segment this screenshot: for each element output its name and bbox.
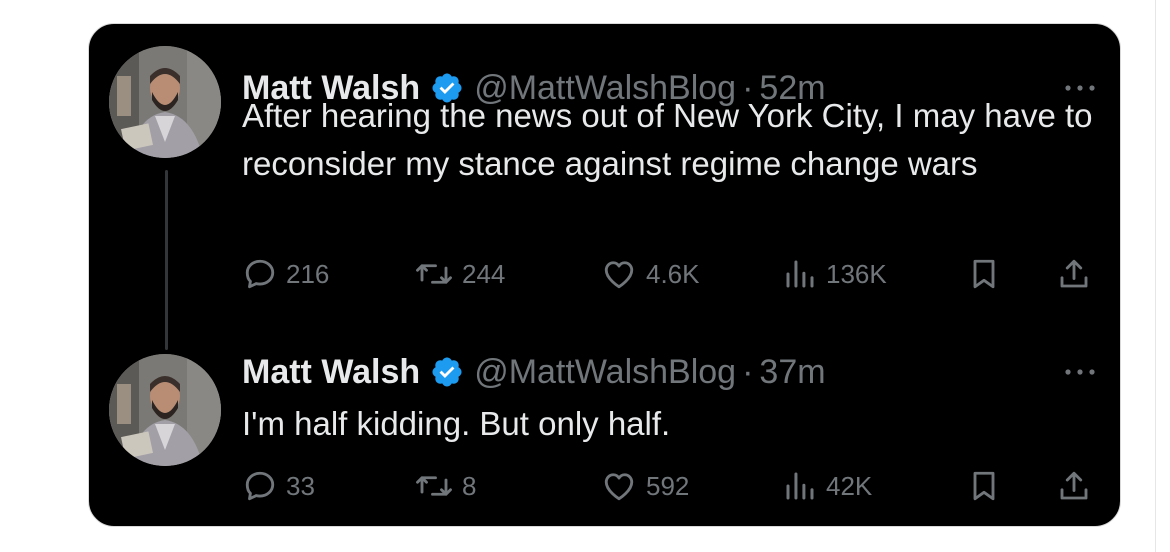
tweet-thread-card: Matt Walsh @MattWalshBlog · 52m After he… [88,23,1121,527]
share-button[interactable] [1056,466,1092,506]
share-icon [1060,471,1088,500]
reply-button[interactable]: 216 [242,254,329,294]
views-count: 136K [826,258,887,289]
heart-icon [604,473,634,501]
avatar[interactable] [109,354,221,466]
views-chart-icon [786,260,814,288]
more-dots-icon [1065,369,1095,375]
reply-icon [245,259,275,289]
author-handle[interactable]: @MattWalshBlog [474,353,736,392]
share-icon [1060,259,1088,288]
views-button[interactable]: 42K [782,466,872,506]
tweet-actions: 216 244 4.6K 136K [242,254,1102,294]
like-button[interactable]: 592 [600,466,689,506]
views-chart-icon [786,472,814,500]
more-options-button[interactable] [1060,360,1100,384]
page-divider [1155,0,1156,552]
repost-button[interactable]: 8 [414,466,476,506]
thread-connector-line [165,170,168,350]
views-count: 42K [826,470,873,501]
verified-badge-icon [430,355,464,389]
like-count: 592 [646,470,690,501]
reply-button[interactable]: 33 [242,466,315,506]
separator-dot: · [742,352,754,391]
like-count: 4.6K [646,258,700,289]
tweet-header: Matt Walsh @MattWalshBlog · 37m [242,350,826,394]
heart-icon [604,261,634,289]
more-dots-icon [1065,85,1095,91]
reply-icon [245,471,275,501]
repost-icon [416,264,452,284]
tweet-text: I'm half kidding. But only half. [242,405,671,442]
bookmark-icon [973,259,995,289]
share-button[interactable] [1056,254,1092,294]
views-button[interactable]: 136K [782,254,887,294]
reply-count: 216 [286,258,330,289]
bookmark-button[interactable] [966,254,1002,294]
repost-count: 244 [462,258,506,289]
tweet-actions: 33 8 592 42K [242,466,1102,506]
reply-count: 33 [286,470,315,501]
timestamp[interactable]: 37m [759,353,825,392]
bookmark-icon [973,471,995,501]
bookmark-button[interactable] [966,466,1002,506]
avatar[interactable] [109,46,221,158]
like-button[interactable]: 4.6K [600,254,700,294]
repost-button[interactable]: 244 [414,254,505,294]
author-name[interactable]: Matt Walsh [242,353,420,392]
tweet-text: After hearing the news out of New York C… [242,97,1093,182]
repost-count: 8 [462,470,477,501]
repost-icon [416,476,452,496]
